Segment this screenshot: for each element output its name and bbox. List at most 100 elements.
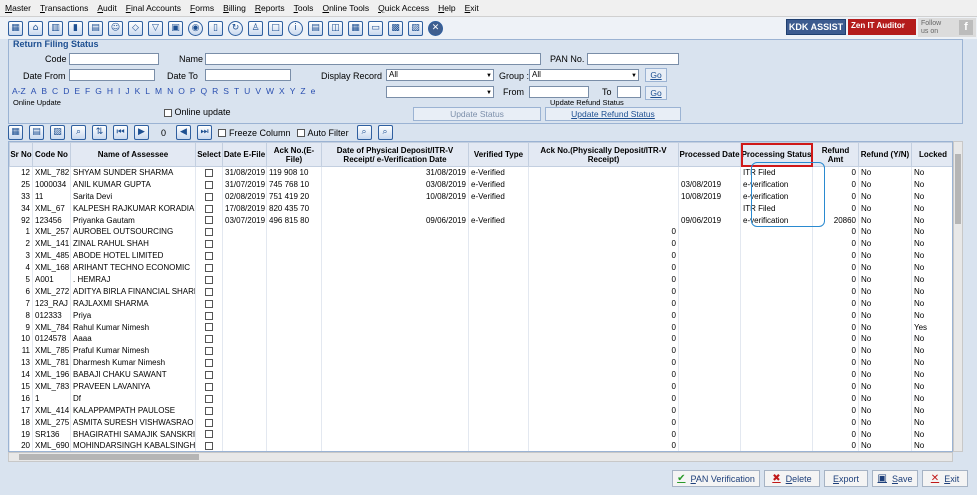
alpha-filter-x[interactable]: X: [279, 86, 285, 96]
update-status-button[interactable]: Update Status: [413, 107, 541, 121]
select-checkbox-cell[interactable]: [195, 439, 223, 451]
column-header-2[interactable]: Name of Assessee: [70, 142, 196, 167]
print-icon[interactable]: ▨: [50, 125, 65, 140]
table-row[interactable]: 7 123_RAJ RAJLAXMI SHARMA 0 0 No No: [9, 297, 952, 310]
delete-button[interactable]: ✖ Delete: [764, 470, 820, 487]
alpha-filter-b[interactable]: B: [41, 86, 47, 96]
menu-item-transactions[interactable]: Transactions: [40, 3, 88, 13]
building-icon[interactable]: ▥: [48, 20, 63, 36]
alpha-filter-n[interactable]: N: [167, 86, 173, 96]
auto-filter-checkbox[interactable]: [296, 128, 305, 137]
select-checkbox-cell[interactable]: [195, 249, 223, 262]
zen-it-auditor-badge[interactable]: Zen IT Auditor: [848, 19, 916, 35]
select-checkbox[interactable]: [205, 216, 213, 225]
go-button-2[interactable]: Go: [645, 86, 667, 100]
select-checkbox[interactable]: [205, 311, 213, 320]
select-checkbox-cell[interactable]: [195, 392, 223, 405]
table-row[interactable]: 5 A001. HEMRAJ 0 0 No No: [9, 273, 952, 286]
tag-icon[interactable]: ◇: [128, 20, 143, 36]
select-checkbox-cell[interactable]: [195, 285, 223, 298]
folder-icon[interactable]: ▭: [368, 20, 383, 36]
filter-icon[interactable]: ▽: [148, 20, 163, 36]
table-row[interactable]: 12 XML_782 SHYAM SUNDER SHARMA 31/08/2019 11…: [9, 166, 952, 179]
find-next-icon[interactable]: ⌕: [377, 125, 393, 140]
media-icon[interactable]: ◉: [188, 20, 203, 36]
freeze-column-checkbox[interactable]: [218, 128, 227, 137]
export-button[interactable]: Export: [824, 470, 868, 487]
excel-icon[interactable]: ▦: [8, 125, 23, 140]
select-checkbox-cell[interactable]: [195, 332, 223, 345]
close-icon[interactable]: ✕: [428, 20, 443, 36]
select-checkbox[interactable]: [205, 347, 213, 356]
column-header-7[interactable]: Verified Type: [468, 142, 529, 167]
online-update-checkbox[interactable]: [164, 108, 172, 117]
select-checkbox[interactable]: [205, 228, 213, 237]
select-checkbox-cell[interactable]: [195, 356, 223, 369]
bar-chart-icon[interactable]: ▮: [68, 20, 83, 36]
column-header-6[interactable]: Date of Physical Deposit/ITR-V Receipt/ …: [321, 142, 469, 167]
vertical-scroll-thumb[interactable]: [955, 154, 961, 224]
alpha-filter-t[interactable]: T: [234, 86, 239, 96]
select-checkbox[interactable]: [205, 287, 213, 296]
alpha-filter-e[interactable]: E: [74, 86, 80, 96]
select-checkbox-cell[interactable]: [195, 178, 223, 191]
home-icon[interactable]: ⌂: [28, 20, 43, 36]
select-checkbox[interactable]: [205, 204, 213, 213]
select-checkbox[interactable]: [205, 275, 213, 284]
next-page-icon[interactable]: ▶: [134, 125, 149, 140]
select-checkbox[interactable]: [205, 240, 213, 249]
table-row[interactable]: 16 1 Df 0 0 No No: [9, 392, 952, 405]
refresh-icon[interactable]: ↻: [228, 20, 243, 36]
table-row[interactable]: 20 XML_690 MOHINDARSINGH KABALSINGH 0 0 No No: [9, 439, 952, 451]
chart-icon[interactable]: ◫: [328, 20, 343, 36]
select-checkbox[interactable]: [205, 394, 213, 403]
to-input[interactable]: [617, 86, 641, 98]
column-header-10[interactable]: Processing Status: [740, 142, 813, 167]
column-header-12[interactable]: Refund (Y/N): [858, 142, 912, 167]
column-header-8[interactable]: Ack No.(Physically Deposit/ITR-V Receipt…: [528, 142, 679, 167]
alpha-filter-f[interactable]: F: [85, 86, 90, 96]
column-header-3[interactable]: Select: [195, 142, 223, 167]
status-select[interactable]: ▼: [386, 86, 494, 98]
save-icon[interactable]: ▣: [168, 20, 183, 36]
alpha-filter-c[interactable]: C: [52, 86, 58, 96]
alpha-filter-p[interactable]: P: [190, 86, 196, 96]
menu-item-master[interactable]: Master: [5, 3, 31, 13]
select-checkbox-cell[interactable]: [195, 368, 223, 381]
alpha-filter-u[interactable]: U: [244, 86, 250, 96]
table-row[interactable]: 3 XML_485 ABODE HOTEL LIMITED 0 0 No No: [9, 249, 952, 262]
page-icon[interactable]: ▤: [29, 125, 44, 140]
horizontal-scroll-thumb[interactable]: [19, 454, 199, 460]
select-checkbox-cell[interactable]: [195, 202, 223, 215]
table-row[interactable]: 92 123456 Priyanka Gautam 03/07/2019 496 815…: [9, 214, 952, 226]
first-page-icon[interactable]: ⏮: [113, 125, 128, 140]
table-row[interactable]: 9 XML_784 Rahul Kumar Nimesh 0 0 No Yes: [9, 321, 952, 333]
table-row[interactable]: 34 XML_67 KALPESH RAJKUMAR KORADIA 17/08/20…: [9, 202, 952, 215]
column-header-9[interactable]: Processed Date: [678, 142, 741, 167]
table-row[interactable]: 25 1000034 ANIL KUMAR GUPTA 31/07/2019 745 7…: [9, 178, 952, 191]
vertical-scrollbar[interactable]: [953, 141, 963, 452]
table-row[interactable]: 15 XML_783 PRAVEEN LAVANIYA 0 0 No No: [9, 380, 952, 393]
select-checkbox[interactable]: [205, 299, 213, 308]
alpha-filter-y[interactable]: Y: [290, 86, 296, 96]
calendar-icon[interactable]: ▤: [88, 20, 103, 36]
select-checkbox[interactable]: [205, 323, 213, 332]
table-row[interactable]: 17 XML_414 KALAPPAMPATH PAULOSE 0 0 No No: [9, 404, 952, 417]
select-checkbox[interactable]: [205, 192, 213, 201]
alpha-filter-r[interactable]: R: [212, 86, 218, 96]
code-input[interactable]: [69, 53, 159, 65]
select-checkbox-cell[interactable]: [195, 166, 223, 179]
alpha-filter-o[interactable]: O: [178, 86, 185, 96]
alpha-filter-h[interactable]: H: [107, 86, 113, 96]
alpha-filter-a-z[interactable]: A-Z: [12, 86, 26, 96]
alpha-filter-m[interactable]: M: [155, 86, 162, 96]
info-icon[interactable]: i: [288, 20, 303, 36]
from-input[interactable]: [529, 86, 589, 98]
window-icon[interactable]: □: [268, 20, 283, 36]
select-checkbox-cell[interactable]: [195, 344, 223, 357]
alpha-filter-g[interactable]: G: [95, 86, 102, 96]
group-select[interactable]: All ▼: [529, 69, 639, 81]
alpha-filter-w[interactable]: W: [266, 86, 274, 96]
update-refund-status-button[interactable]: Update Refund Status: [545, 107, 681, 121]
table-row[interactable]: 2 XML_141 ZINAL RAHUL SHAH 0 0 No No: [9, 237, 952, 250]
